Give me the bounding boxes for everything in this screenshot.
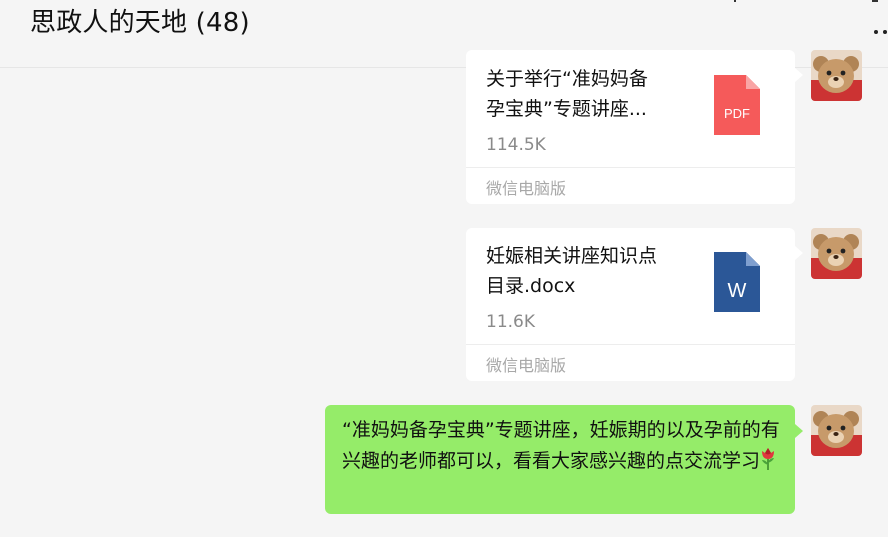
chat-title: 思政人的天地 (48) (30, 8, 250, 38)
file-name-line2: 孕宝典”专题讲座... (486, 98, 647, 120)
rose-emoji (762, 448, 775, 470)
card-tail (795, 68, 803, 82)
file-name-line1: 关于举行“准妈妈备 (486, 68, 648, 90)
file-card-divider (466, 167, 795, 168)
sender-avatar[interactable] (811, 405, 862, 456)
message-text: “准妈妈备孕宝典”专题讲座，妊娠期的以及孕前的有兴趣的老师都可以，看看大家感兴趣… (342, 419, 780, 472)
file-source: 微信电脑版 (486, 356, 567, 375)
word-file-icon: W (714, 252, 760, 312)
file-card-divider (466, 344, 795, 345)
pdf-icon-label: PDF (724, 106, 750, 121)
pdf-file-icon: PDF (714, 75, 760, 135)
window-control-glyph (734, 0, 736, 2)
sender-avatar[interactable] (811, 50, 862, 101)
file-message-docx[interactable]: 妊娠相关讲座知识点 目录.docx 11.6K 微信电脑版 W (466, 228, 795, 381)
sender-avatar[interactable] (811, 228, 862, 279)
file-message-pdf[interactable]: 关于举行“准妈妈备 孕宝典”专题讲座... 114.5K 微信电脑版 PDF (466, 50, 795, 204)
file-source: 微信电脑版 (486, 179, 567, 198)
file-size: 114.5K (486, 135, 546, 155)
word-icon-label: W (728, 280, 747, 302)
close-glyph (872, 0, 878, 2)
bubble-tail (795, 424, 803, 438)
file-size: 11.6K (486, 312, 535, 332)
card-tail (795, 246, 803, 260)
more-options-icon[interactable] (868, 28, 888, 38)
file-name-line1: 妊娠相关讲座知识点 (486, 245, 658, 267)
text-message-bubble[interactable]: “准妈妈备孕宝典”专题讲座，妊娠期的以及孕前的有兴趣的老师都可以，看看大家感兴趣… (325, 405, 795, 514)
file-name-line2: 目录.docx (486, 275, 576, 297)
